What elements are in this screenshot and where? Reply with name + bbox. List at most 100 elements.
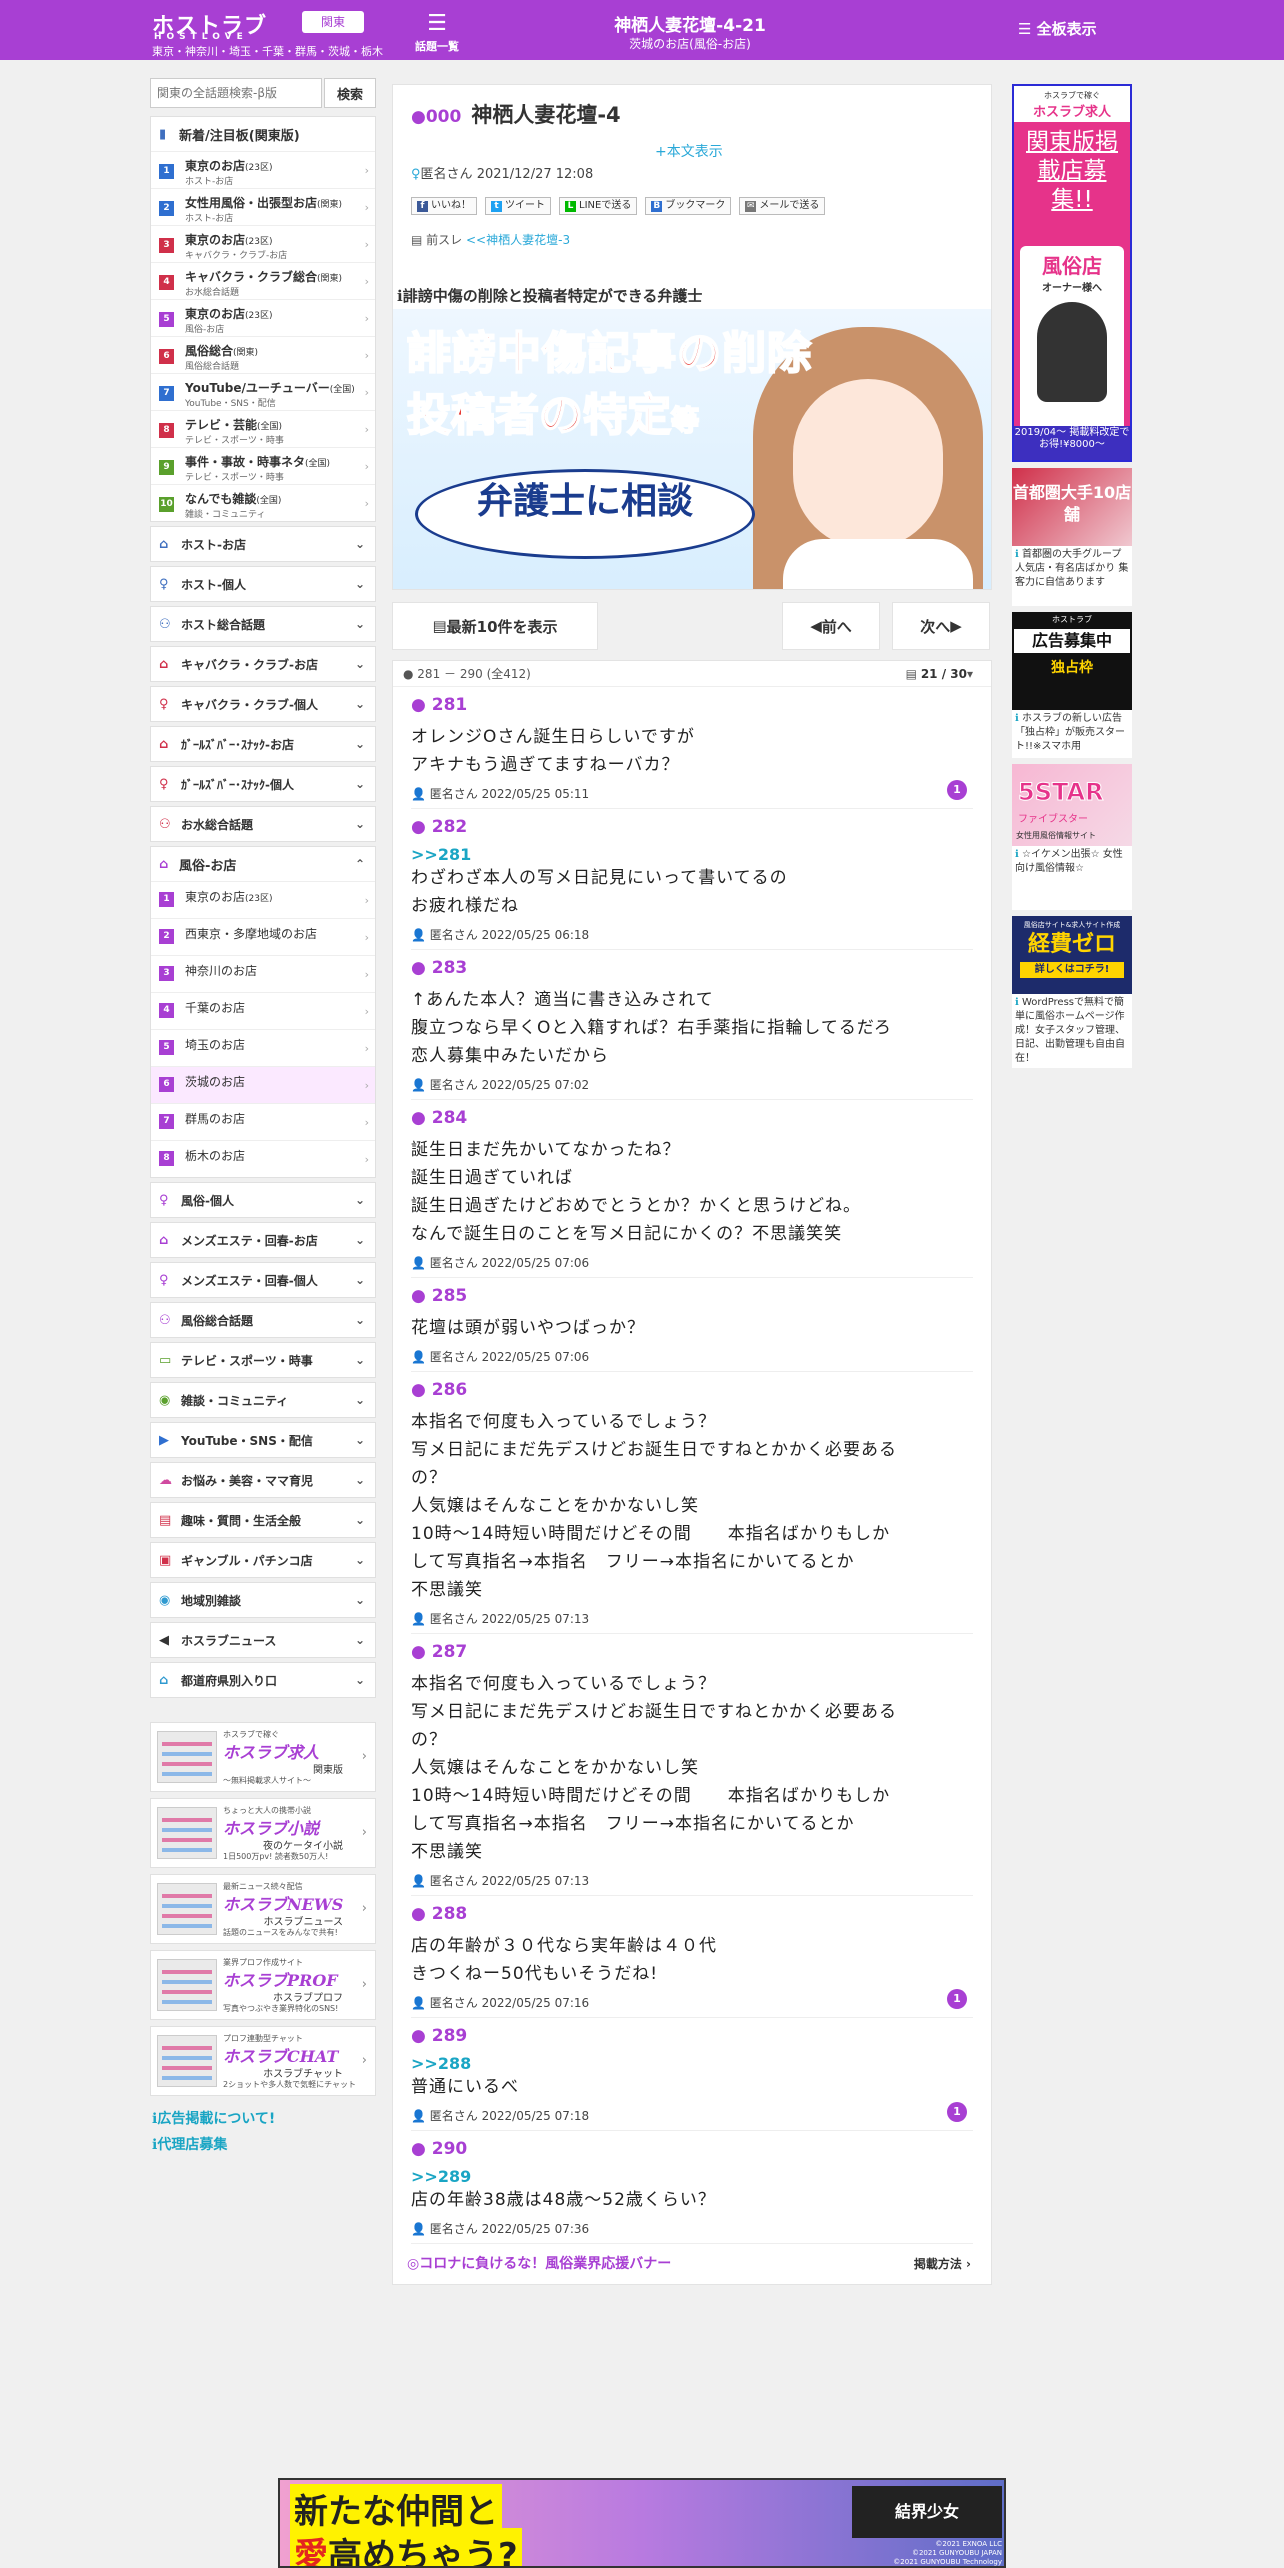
facebook-like-button[interactable]: f いいね！ xyxy=(411,197,477,215)
category-top-5[interactable]: ⌂ ｶﾞｰﾙｽﾞﾊﾞｰ･ｽﾅｯｸ-お店 ⌄ xyxy=(150,726,376,762)
category-bottom-6[interactable]: ▶ YouTube・SNS・配信 ⌄ xyxy=(150,1422,376,1458)
corona-banner-text[interactable]: ◎コロナに負けるな！風俗業界応援バナー xyxy=(407,2256,671,2272)
service-text-c2: ホスラブNEWS xyxy=(223,1895,344,1914)
line-share-button[interactable]: L LINEで送る xyxy=(559,197,638,215)
reply-count-badge[interactable]: 1 xyxy=(947,2102,967,2122)
post-method-link[interactable]: 掲載方法 › xyxy=(914,2244,971,2284)
ad-info-link[interactable]: ℹ広告掲載について! xyxy=(152,2106,376,2132)
topics-list-button[interactable]: ☰ 話題一覧 xyxy=(412,10,462,54)
category-top-1[interactable]: ♀ ホスト-個人 ⌄ xyxy=(150,566,376,602)
fuzoku-region-item[interactable]: 5 埼玉のお店 › xyxy=(151,1029,375,1066)
category-top-4[interactable]: ♀ キャバクラ・クラブ-個人 ⌄ xyxy=(150,686,376,722)
post-date: 2022/05/25 07:02 xyxy=(481,1078,590,1092)
fuzoku-region-item[interactable]: 6 茨城のお店 › xyxy=(151,1066,375,1103)
search-button[interactable]: 検索 xyxy=(324,78,376,108)
category-bottom-1[interactable]: ⌂ メンズエステ・回春-お店 ⌄ xyxy=(150,1222,376,1258)
new-board-item[interactable]: 7 YouTube/ユーチューバー(全国) YouTube・SNS・配信 › xyxy=(151,373,375,410)
region-button[interactable]: 関東 xyxy=(302,11,364,33)
post-number[interactable]: ● 282 xyxy=(411,809,973,839)
right-ad-zero[interactable]: 風俗店サイト&求人サイト作成 経費ゼロ 詳しくはコチラ! ℹ WordPress… xyxy=(1012,916,1132,1068)
category-top-7[interactable]: ⚇ お水総合話題 ⌄ xyxy=(150,806,376,842)
service-banner-0[interactable]: ホスラブで稼ぐ ホスラブ求人 関東版 〜無料掲載求人サイト〜 › xyxy=(150,1722,376,1792)
fuzoku-region-item[interactable]: 8 栃木のお店 › xyxy=(151,1140,375,1177)
agent-recruit-link[interactable]: ℹ代理店募集 xyxy=(152,2132,376,2158)
show-latest-button[interactable]: ▤ 最新10件を表示 xyxy=(392,602,598,650)
new-board-item[interactable]: 4 キャバクラ・クラブ総合(関東) お水総合話題 › xyxy=(151,262,375,299)
service-thumbnail xyxy=(157,2035,217,2087)
post-number[interactable]: ● 289 xyxy=(411,2018,973,2048)
category-bottom-11[interactable]: ◀ ホスラブニュース ⌄ xyxy=(150,1622,376,1658)
banner-headline-2-suffix: 等 xyxy=(670,403,700,438)
category-bottom-10[interactable]: ◉ 地域別雑談 ⌄ xyxy=(150,1582,376,1618)
mail-share-button[interactable]: ✉ メールで送る xyxy=(739,197,826,215)
new-board-item[interactable]: 3 東京のお店(23区) キャバクラ・クラブ-お店 › xyxy=(151,225,375,262)
category-bottom-5[interactable]: ◉ 雑談・コミュニティ ⌄ xyxy=(150,1382,376,1418)
category-bottom-7[interactable]: ☁ お悩み・美容・ママ育児 ⌄ xyxy=(150,1462,376,1498)
new-board-item[interactable]: 1 東京のお店(23区) ホスト-お店 › xyxy=(151,151,375,188)
fuzoku-region-item[interactable]: 7 群馬のお店 › xyxy=(151,1103,375,1140)
prev-page-button[interactable]: ◀ 前へ xyxy=(782,602,880,650)
user-icon: 👤 xyxy=(411,1612,430,1626)
show-body-button[interactable]: +本文表示 xyxy=(655,141,723,161)
right-ad-recruit[interactable]: ホスラブで稼ぐ ホスラブ求人 関東版掲載店募集!! 風俗店 オーナー様へ 2019… xyxy=(1012,84,1132,462)
category-bottom-3[interactable]: ⚇ 風俗総合話題 ⌄ xyxy=(150,1302,376,1338)
post-number[interactable]: ● 288 xyxy=(411,1896,973,1926)
category-bottom-2[interactable]: ♀ メンズエステ・回春-個人 ⌄ xyxy=(150,1262,376,1298)
search-input[interactable] xyxy=(150,78,322,108)
category-bottom-12[interactable]: ⌂ 都道府県別入り口 ⌄ xyxy=(150,1662,376,1698)
fuzoku-region-item[interactable]: 3 神奈川のお店 › xyxy=(151,955,375,992)
service-banner-2[interactable]: 最新ニュース続々配信 ホスラブNEWS ホスラブニュース 話題のニュースをみんなで共有… xyxy=(150,1874,376,1944)
lawyer-banner[interactable]: 誹謗中傷記事の削除 投稿者の特定等 弁護士に相談 xyxy=(393,309,991,589)
new-board-item[interactable]: 9 事件・事故・時事ネタ(全国) テレビ・スポーツ・時事 › xyxy=(151,447,375,484)
chevron-right-icon: › xyxy=(361,1977,367,1992)
new-board-item[interactable]: 2 女性用風俗・出張型お店(関東) ホスト-お店 › xyxy=(151,188,375,225)
page-selector[interactable]: ▤ 21 / 30▾ xyxy=(906,661,973,687)
post-number[interactable]: ● 290 xyxy=(411,2131,973,2161)
category-top-2[interactable]: ⚇ ホスト総合話題 ⌄ xyxy=(150,606,376,642)
all-boards-button[interactable]: ☰ 全板表示 xyxy=(1018,18,1097,39)
fuzoku-region-item[interactable]: 4 千葉のお店 › xyxy=(151,992,375,1029)
right-ad-5star[interactable]: 5STAR ファイブスター 女性用風俗情報サイト ℹ ☆イケメン出張☆ 女性向け… xyxy=(1012,764,1132,910)
new-board-item[interactable]: 8 テレビ・芸能(全国) テレビ・スポーツ・時事 › xyxy=(151,410,375,447)
chevron-down-icon: ⌄ xyxy=(354,657,365,671)
post-reply-link[interactable]: >>281 xyxy=(411,845,973,864)
category-top-6[interactable]: ♀ ｶﾞｰﾙｽﾞﾊﾞｰ･ｽﾅｯｸ-個人 ⌄ xyxy=(150,766,376,802)
post-reply-link[interactable]: >>289 xyxy=(411,2167,973,2186)
new-boards-box: ▮ 新着/注目板(関東版) 1 東京のお店(23区) ホスト-お店 › 2 女性用風俗・出張… xyxy=(150,116,376,522)
bookmark-button[interactable]: B ブックマーク xyxy=(645,197,732,215)
new-board-item[interactable]: 10 なんでも雑談(全国) 雑談・コミュニティ › xyxy=(151,484,375,521)
bottom-game-banner[interactable]: 新たな仲間と 愛高めちゃう? 結界少女 ©2021 EXNOA LLC ©202… xyxy=(278,2478,1006,2568)
fuzoku-region-item[interactable]: 2 西東京・多摩地域のお店 › xyxy=(151,918,375,955)
post-reply-link[interactable]: >>288 xyxy=(411,2054,973,2073)
tweet-button[interactable]: t ツイート xyxy=(485,197,551,215)
new-board-item[interactable]: 6 風俗総合(関東) 風俗総合話題 › xyxy=(151,336,375,373)
service-banner-4[interactable]: プロフ連動型チャット ホスラブCHAT ホスラブチャット 2ショットや多人数で気軽にチ… xyxy=(150,2026,376,2096)
archive-icon: ▤ xyxy=(411,233,427,247)
reply-count-badge[interactable]: 1 xyxy=(947,780,967,800)
previous-thread-link[interactable]: <<神栖人妻花壇-3 xyxy=(466,233,570,247)
category-top-3[interactable]: ⌂ キャバクラ・クラブ-お店 ⌄ xyxy=(150,646,376,682)
right-ad-exclusive[interactable]: ホストラブ 広告募集中 独占枠 ℹ ホスラブの新しい広告「独占枠」が販売スタート… xyxy=(1012,612,1132,758)
post-number[interactable]: ● 284 xyxy=(411,1100,973,1130)
post-number[interactable]: ● 283 xyxy=(411,950,973,980)
category-label: 趣味・質問・生活全般 xyxy=(181,1513,302,1528)
post-number[interactable]: ● 281 xyxy=(411,687,973,717)
new-board-title: 風俗総合(関東) xyxy=(185,342,359,359)
new-board-item[interactable]: 5 東京のお店(23区) 風俗-お店 › xyxy=(151,299,375,336)
right-ad-metro[interactable]: 首都圏大手10店舗 ℹ 首都圏の大手グループ 人気店・有名店ばかり 集客力に自信… xyxy=(1012,468,1132,606)
category-bottom-9[interactable]: ▣ ギャンブル・パチンコ店 ⌄ xyxy=(150,1542,376,1578)
service-banner-1[interactable]: ちょっと大人の携帯小説 ホスラブ小説 夜のケータイ小説 1日500万pv! 読者数50… xyxy=(150,1798,376,1868)
comment-icon: ● xyxy=(411,958,432,978)
post-number[interactable]: ● 285 xyxy=(411,1278,973,1308)
post-number[interactable]: ● 287 xyxy=(411,1634,973,1664)
category-bottom-0[interactable]: ♀ 風俗-個人 ⌄ xyxy=(150,1182,376,1218)
reply-count-badge[interactable]: 1 xyxy=(947,1989,967,2009)
category-bottom-8[interactable]: ▤ 趣味・質問・生活全般 ⌄ xyxy=(150,1502,376,1538)
service-banner-3[interactable]: 業界プロフ作成サイト ホスラブPROF ホスラブプロフ 写真やつぶやき業界特化のSNS… xyxy=(150,1950,376,2020)
fuzoku-shop-header[interactable]: ⌂ 風俗-お店 ⌃ xyxy=(151,847,375,881)
next-page-button[interactable]: 次へ ▶ xyxy=(892,602,990,650)
category-bottom-4[interactable]: ▭ テレビ・スポーツ・時事 ⌄ xyxy=(150,1342,376,1378)
post-number[interactable]: ● 286 xyxy=(411,1372,973,1402)
category-top-0[interactable]: ⌂ ホスト-お店 ⌄ xyxy=(150,526,376,562)
fuzoku-region-item[interactable]: 1 東京のお店(23区) › xyxy=(151,881,375,918)
